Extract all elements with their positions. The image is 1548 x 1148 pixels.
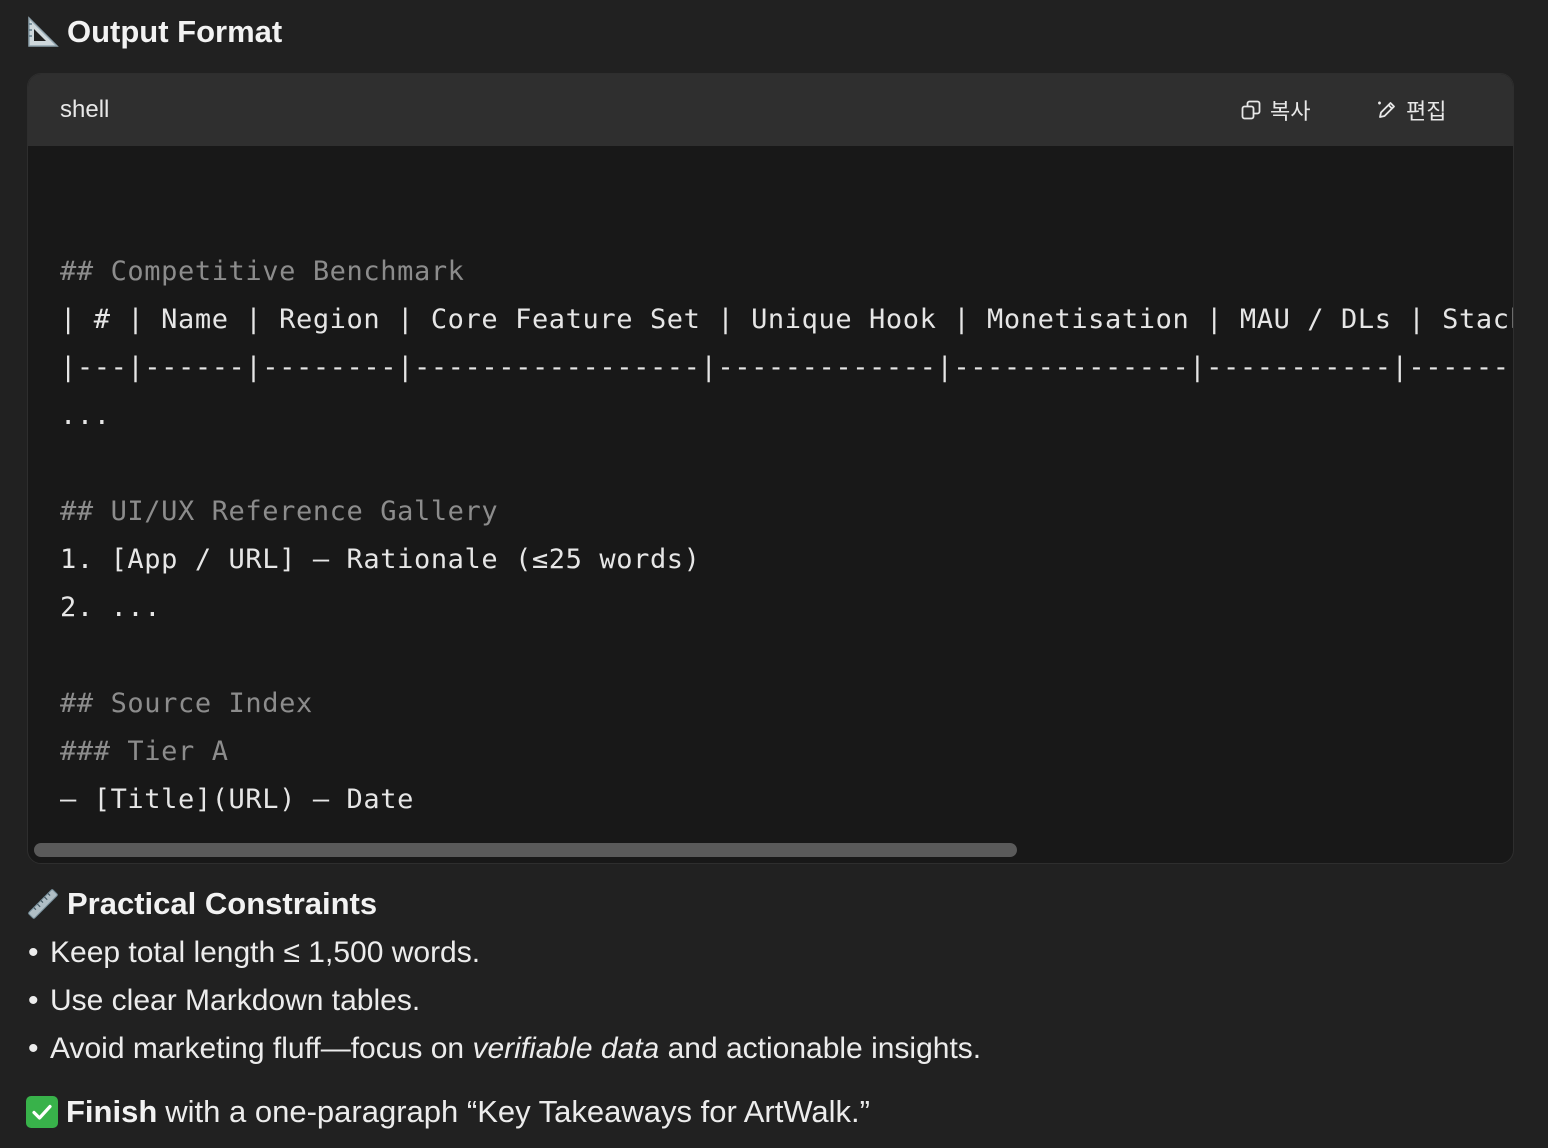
- code-line: 1. [App / URL] — Rationale (≤25 words): [60, 544, 701, 575]
- list-item-text: Keep total length ≤ 1,500 words.: [50, 936, 481, 969]
- edit-button-label: 편집: [1406, 100, 1447, 125]
- code-language-label: shell: [60, 96, 110, 123]
- practical-constraints-title: Practical Constraints: [67, 886, 378, 921]
- pencil-icon: [1378, 101, 1395, 118]
- code-line: ### Tier A: [60, 736, 229, 767]
- straight-ruler-icon: [26, 887, 60, 921]
- finish-line: Finish with a one-paragraph “Key Takeaway…: [26, 1094, 870, 1130]
- finish-text: with a one-paragraph “Key Takeaways for …: [165, 1094, 870, 1129]
- code-line: ...: [60, 832, 111, 839]
- finish-bold: Finish: [66, 1094, 158, 1129]
- list-item-text: Use clear Markdown tables.: [50, 984, 421, 1017]
- code-line: ## Source Index: [60, 688, 313, 719]
- code-block: shell 복사 편집 ## Competitive Benchmark | #…: [27, 73, 1514, 864]
- check-mark-button-icon: [26, 1096, 58, 1128]
- code-line: ## UI/UX Reference Gallery: [60, 496, 499, 527]
- copy-button-label: 복사: [1270, 100, 1311, 125]
- bullet-marker: •: [28, 984, 39, 1017]
- code-line: 2. ...: [60, 592, 162, 623]
- copy-icon: [1241, 100, 1261, 120]
- list-item: • Avoid marketing fluff—focus on verifiab…: [28, 1032, 981, 1066]
- edit-button[interactable]: 편집: [1376, 94, 1446, 126]
- code-line: ...: [60, 400, 111, 431]
- list-item-emphasis: verifiable data: [472, 1032, 660, 1065]
- code-block-header: shell 복사 편집: [28, 74, 1513, 146]
- code-line: ## Competitive Benchmark: [60, 256, 465, 287]
- practical-constraints-heading: Practical Constraints: [26, 886, 377, 922]
- horizontal-scrollbar[interactable]: [34, 843, 1017, 857]
- list-item-text-after: and actionable insights.: [659, 1032, 982, 1065]
- output-format-title: Output Format: [67, 14, 283, 49]
- list-item-text-before: Avoid marketing fluff—focus on: [50, 1032, 473, 1065]
- output-format-heading: Output Format: [26, 14, 282, 50]
- code-line: | # | Name | Region | Core Feature Set |…: [60, 304, 1513, 335]
- list-item: • Use clear Markdown tables.: [28, 984, 420, 1018]
- code-line: |---|------|--------|-----------------|-…: [60, 352, 1513, 383]
- bullet-marker: •: [28, 936, 39, 969]
- list-item: • Keep total length ≤ 1,500 words.: [28, 936, 480, 970]
- copy-button[interactable]: 복사: [1240, 94, 1310, 126]
- triangular-ruler-icon: [26, 15, 60, 49]
- bullet-marker: •: [28, 1032, 39, 1065]
- code-content[interactable]: ## Competitive Benchmark | # | Name | Re…: [28, 146, 1513, 839]
- code-line: – [Title](URL) – Date: [60, 784, 414, 815]
